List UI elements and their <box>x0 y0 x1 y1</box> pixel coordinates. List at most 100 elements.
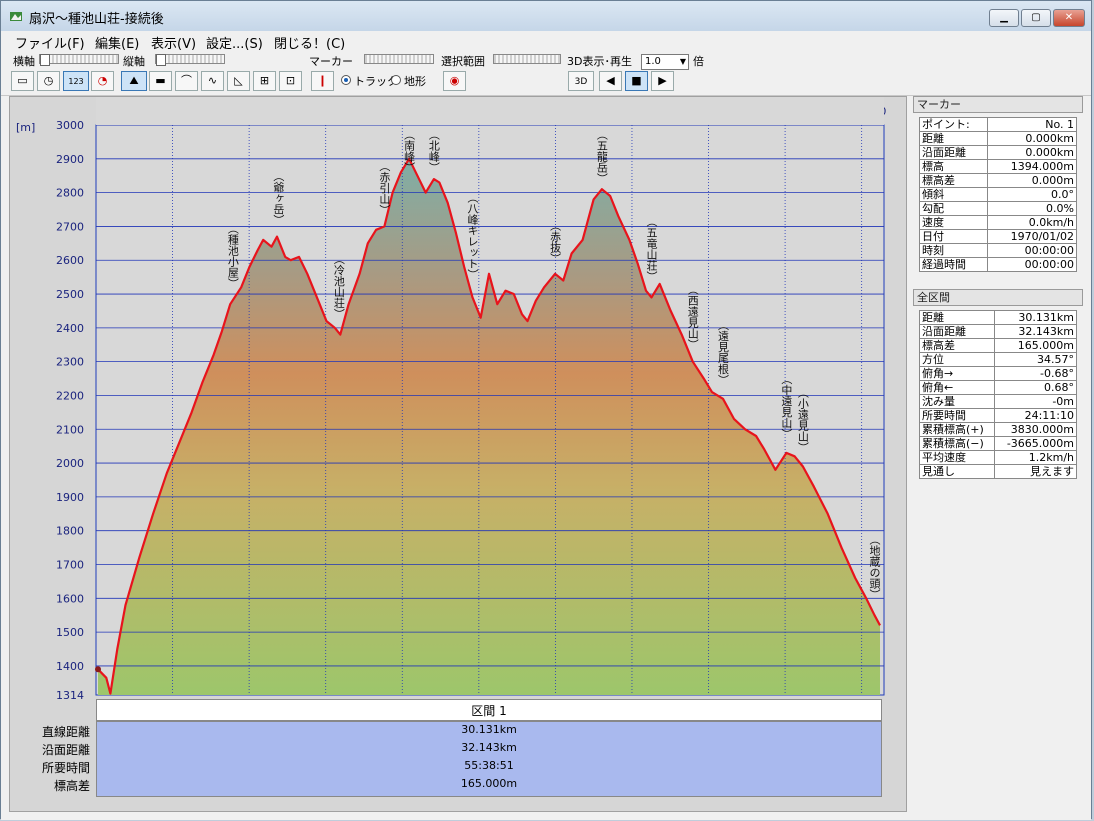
info-row: 標高差 165.000m <box>918 338 1077 353</box>
v-slope-button[interactable]: ◺ <box>227 71 250 91</box>
close-button[interactable]: ✕ <box>1053 9 1085 27</box>
h-mark-button[interactable]: ◔ <box>91 71 114 91</box>
play3d-label: 3D表示･再生 <box>567 55 632 68</box>
peak-label: （種池小屋） <box>226 223 239 289</box>
peak-label: （遠見尾根） <box>717 319 730 385</box>
info-value: 1.2km/h <box>994 450 1077 465</box>
info-value: 0.0km/h <box>987 215 1077 230</box>
info-value: 30.131km <box>994 310 1077 325</box>
info-value: No. 1 <box>987 117 1077 132</box>
y-tick-label: 2700 <box>56 220 84 233</box>
h-axis-slider[interactable] <box>39 54 119 66</box>
range-label: 選択範囲 <box>441 55 485 68</box>
info-value: -3665.000m <box>994 436 1077 451</box>
menu-edit[interactable]: 編集(E) <box>95 33 139 52</box>
summary-row: 沿面距離 32.143km <box>10 741 906 759</box>
marker-slider[interactable] <box>364 54 434 64</box>
stop-button[interactable]: ■ <box>625 71 648 91</box>
info-label: 所要時間 <box>918 408 996 423</box>
info-label: 方位 <box>918 352 996 367</box>
menu-view[interactable]: 表示(V) <box>151 33 196 52</box>
menu-close[interactable]: 閉じる！(C) <box>274 33 345 52</box>
close-icon: ✕ <box>1064 12 1074 23</box>
info-label: 俯角← <box>918 380 996 395</box>
minimize-button[interactable]: ▁ <box>989 9 1019 27</box>
peak-label: （西遠見山） <box>686 284 699 350</box>
v-time-button[interactable]: ⊡ <box>279 71 302 91</box>
slope-icon: ◺ <box>234 74 243 87</box>
info-label: 勾配 <box>918 201 989 216</box>
info-row: 速度 0.0km/h <box>918 215 1077 230</box>
ruler-icon: ▭ <box>17 74 28 87</box>
peak-label: （五龍岳） <box>595 129 608 184</box>
info-label: 沿面距離 <box>918 145 989 160</box>
side-panel: マーカー ポイント: No. 1 距離 0.000km 沿面距離 0.000km 標高 139… <box>911 96 1087 812</box>
peak-label: （地蔵の頭） <box>868 534 881 600</box>
map-pin-icon: ◉ <box>449 74 460 87</box>
info-label: 速度 <box>918 215 989 230</box>
view3d-button[interactable]: 3D <box>568 71 594 91</box>
v-elevation-button[interactable]: ⛰ <box>121 71 147 91</box>
menu-settings[interactable]: 設定...(S) <box>206 33 263 52</box>
info-row: 平均速度 1.2km/h <box>918 450 1077 465</box>
summary-panel: 区間 1 直線距離 30.131km 沿面距離 32.143km 所要時間 55… <box>10 697 906 801</box>
slider-thumb[interactable] <box>156 54 166 66</box>
maximize-button[interactable]: ▢ <box>1021 9 1051 27</box>
radio-track[interactable] <box>341 75 351 85</box>
clock-number-icon: 123 <box>68 77 84 86</box>
info-value: 00:00:00 <box>987 257 1077 272</box>
summary-label: 直線距離 <box>41 725 90 739</box>
slider-thumb[interactable] <box>40 54 50 66</box>
v-flat-button[interactable]: ▬ <box>149 71 172 91</box>
y-tick-label: 1400 <box>56 660 84 673</box>
clock-icon: ◷ <box>43 74 54 87</box>
h-elapsed-button[interactable]: 123 <box>63 71 89 91</box>
summary-header: 区間 1 <box>96 699 882 721</box>
summary-value: 165.000m <box>460 777 518 790</box>
total-panel-title: 全区間 <box>913 289 1083 306</box>
minimize-icon: ▁ <box>1000 12 1008 23</box>
y-tick-label: 1900 <box>56 491 84 504</box>
info-label: 日付 <box>918 229 989 244</box>
info-row: 経過時間 00:00:00 <box>918 257 1077 272</box>
marker-label: マーカー <box>309 55 353 68</box>
v-speed-button[interactable]: ⊞ <box>253 71 276 91</box>
y-tick-label: 1500 <box>56 626 84 639</box>
peak-label: （北峰） <box>427 129 440 173</box>
start-marker[interactable] <box>95 666 101 673</box>
info-value: 0.68° <box>994 380 1077 395</box>
peak-label: （南峰） <box>403 129 416 173</box>
y-axis-unit: [m] <box>16 121 35 134</box>
v-axis-slider[interactable] <box>155 54 225 66</box>
info-label: 標高 <box>918 159 989 174</box>
marker-table: ポイント: No. 1 距離 0.000km 沿面距離 0.000km 標高 1394.000… <box>918 117 1077 272</box>
y-tick-label: 2100 <box>56 423 84 436</box>
h-time-button[interactable]: ◷ <box>37 71 60 91</box>
info-value: 24:11:10 <box>994 408 1077 423</box>
info-label: 経過時間 <box>918 257 989 272</box>
stop-icon: ■ <box>631 74 642 87</box>
speed-select[interactable]: 1.0 ▼ <box>641 54 689 70</box>
info-value: 1970/01/02 <box>987 229 1077 244</box>
h-distance-button[interactable]: ▭ <box>11 71 34 91</box>
range-slider[interactable] <box>493 54 561 64</box>
info-row: 勾配 0.0% <box>918 201 1077 216</box>
y-tick-label: 2800 <box>56 187 84 200</box>
play-back-button[interactable]: ◀ <box>599 71 622 91</box>
play-forward-button[interactable]: ▶ <box>651 71 674 91</box>
info-label: 俯角→ <box>918 366 996 381</box>
info-row: 標高差 0.000m <box>918 173 1077 188</box>
chevron-down-icon: ▼ <box>679 57 686 66</box>
info-row: 日付 1970/01/02 <box>918 229 1077 244</box>
range-select-button[interactable]: ◉ <box>443 71 466 91</box>
v-road-button[interactable]: ∿ <box>201 71 224 91</box>
marker-button[interactable]: ❙ <box>311 71 334 91</box>
menu-file[interactable]: ファイル(F) <box>15 33 85 52</box>
info-row: 傾斜 0.0° <box>918 187 1077 202</box>
info-row: 沿面距離 32.143km <box>918 324 1077 339</box>
radio-terrain[interactable] <box>391 75 401 85</box>
info-label: 標高差 <box>918 338 996 353</box>
info-value: 0.0% <box>987 201 1077 216</box>
y-tick-label: 2500 <box>56 288 84 301</box>
v-profile-button[interactable]: ⌒ <box>175 71 198 91</box>
